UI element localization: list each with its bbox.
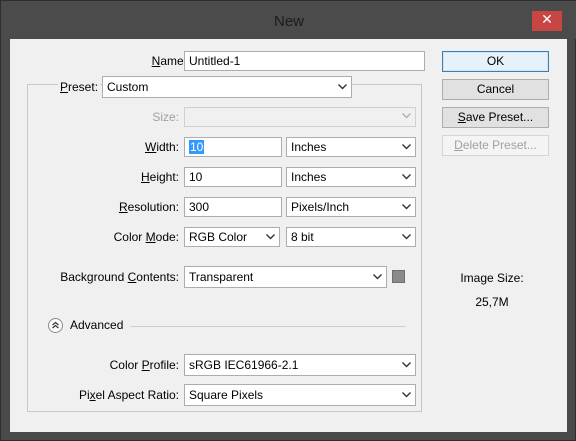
title-bar[interactable]: New ✕ — [1, 1, 576, 39]
color-profile-label: Color Profile: — [109, 358, 179, 372]
image-size-value: 25,7M — [475, 295, 509, 309]
background-contents-label: Background Contents: — [60, 270, 179, 284]
resolution-unit-select[interactable]: Pixels/Inch — [286, 197, 416, 217]
background-contents-select[interactable]: Transparent — [184, 266, 387, 288]
resolution-input[interactable]: 300 — [184, 197, 282, 217]
height-unit-select[interactable]: Inches — [286, 167, 416, 187]
image-size-label: Image Size: — [460, 271, 524, 285]
cancel-button[interactable]: Cancel — [442, 79, 549, 100]
preset-select[interactable]: Custom — [102, 76, 352, 98]
resolution-label: Resolution: — [118, 200, 179, 214]
chevron-down-icon — [402, 204, 411, 212]
close-icon: ✕ — [541, 12, 553, 28]
name-input[interactable]: Untitled-1 — [184, 51, 425, 71]
chevron-down-icon — [402, 234, 411, 242]
delete-preset-button: Delete Preset... — [442, 135, 549, 156]
chevron-down-icon — [373, 274, 382, 282]
close-button[interactable]: ✕ — [532, 11, 562, 31]
dialog-body: Name: Untitled-1 Preset: Custom Size: Wi… — [10, 39, 567, 432]
chevron-down-icon — [402, 144, 411, 152]
save-preset-button[interactable]: Save Preset... — [442, 107, 549, 128]
chevron-down-icon — [266, 234, 275, 242]
size-select — [184, 107, 416, 127]
advanced-divider — [130, 326, 406, 327]
color-mode-select[interactable]: RGB Color — [184, 227, 280, 247]
width-label: Width: — [144, 140, 179, 154]
color-mode-label: Color Mode: — [113, 230, 179, 244]
height-label: Height: — [140, 170, 179, 184]
height-input[interactable]: 10 — [184, 167, 282, 187]
size-label: Size: — [152, 110, 179, 124]
bit-depth-select[interactable]: 8 bit — [286, 227, 416, 247]
background-color-swatch[interactable] — [392, 270, 405, 283]
advanced-toggle-button[interactable] — [48, 318, 63, 333]
chevron-down-icon — [402, 113, 411, 121]
chevron-down-icon — [402, 392, 411, 400]
advanced-label: Advanced — [70, 318, 124, 332]
preset-label: Preset: — [58, 77, 101, 97]
pixel-aspect-ratio-select[interactable]: Square Pixels — [184, 384, 416, 406]
width-unit-select[interactable]: Inches — [286, 137, 416, 157]
ok-button[interactable]: OK — [442, 51, 549, 72]
chevron-down-icon — [402, 174, 411, 182]
chevron-down-icon — [402, 362, 411, 370]
double-chevron-up-icon — [52, 321, 59, 329]
name-label: Name: — [151, 54, 187, 68]
width-input[interactable]: 10 — [184, 137, 282, 157]
dialog-title: New — [273, 13, 304, 30]
new-document-dialog: New ✕ Name: Untitled-1 Preset: Custom Si… — [0, 0, 576, 441]
color-profile-select[interactable]: sRGB IEC61966-2.1 — [184, 354, 416, 376]
chevron-down-icon — [338, 84, 347, 92]
pixel-aspect-ratio-label: Pixel Aspect Ratio: — [78, 388, 179, 402]
